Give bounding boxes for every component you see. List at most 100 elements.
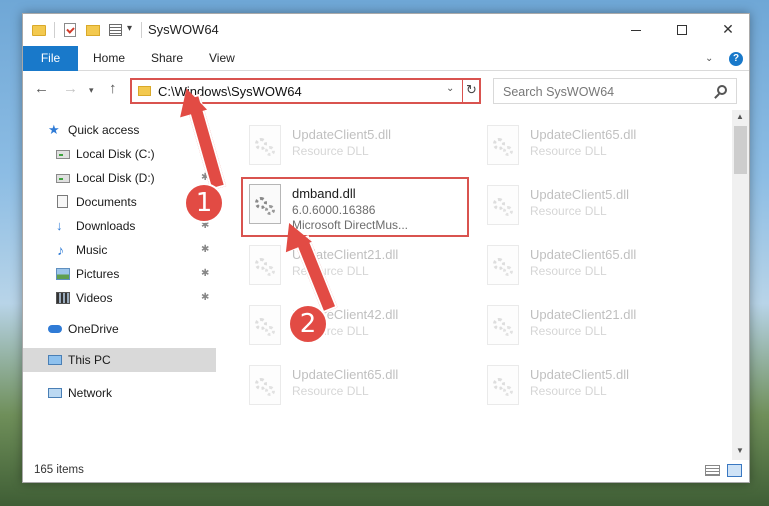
- minimize-icon: [631, 29, 641, 31]
- dll-file-icon: [487, 365, 519, 405]
- folder-icon: [138, 86, 151, 96]
- file-name: UpdateClient5.dll: [530, 187, 630, 202]
- forward-arrow-icon[interactable]: →: [63, 80, 78, 97]
- file-tile[interactable]: UpdateClient65.dll Resource DLL: [481, 120, 706, 174]
- large-icons-view-icon[interactable]: [727, 464, 742, 477]
- sidebar-item-music[interactable]: ♪ Music ✱: [23, 238, 216, 262]
- tab-share[interactable]: Share: [151, 46, 183, 71]
- customize-toolbar-chevron-down-icon[interactable]: ▾: [127, 23, 132, 34]
- view-options-icon[interactable]: [109, 24, 122, 36]
- up-arrow-icon[interactable]: ↑: [109, 80, 117, 97]
- download-arrow-icon: ↓: [56, 218, 63, 233]
- sidebar-item-network[interactable]: Network: [23, 381, 216, 405]
- pin-icon[interactable]: ✱: [201, 238, 209, 262]
- annotation-badge-2: 2: [288, 304, 328, 344]
- sidebar-item-label: OneDrive: [68, 322, 119, 336]
- file-tile[interactable]: UpdateClient65.dll Resource DLL: [243, 360, 468, 414]
- sidebar-item-label: This PC: [68, 353, 111, 367]
- sidebar-item-pictures[interactable]: Pictures ✱: [23, 262, 216, 286]
- file-name: UpdateClient21.dll: [530, 307, 637, 322]
- search-input[interactable]: Search SysWOW64: [503, 85, 614, 99]
- file-name: UpdateClient5.dll: [530, 367, 630, 382]
- address-history-chevron-down-icon[interactable]: ⌄: [446, 83, 454, 94]
- details-view-icon[interactable]: [705, 465, 720, 476]
- sidebar-item-this-pc[interactable]: This PC: [23, 348, 216, 372]
- help-icon[interactable]: ?: [729, 52, 743, 66]
- file-tile[interactable]: UpdateClient5.dll Resource DLL: [481, 360, 706, 414]
- dll-file-icon: [487, 185, 519, 225]
- file-list: UpdateClient5.dll Resource DLL UpdateCli…: [223, 110, 731, 460]
- scroll-down-icon[interactable]: ▼: [736, 446, 744, 455]
- file-tile[interactable]: UpdateClient21.dll Resource DLL: [243, 240, 468, 294]
- pin-icon[interactable]: ✱: [201, 262, 209, 286]
- network-icon: [48, 388, 62, 398]
- cloud-icon: [48, 325, 62, 333]
- sidebar-item-local-disk-d[interactable]: Local Disk (D:) ✱: [23, 166, 216, 190]
- sidebar-item-local-disk-c[interactable]: Local Disk (C:) ✱: [23, 142, 216, 166]
- back-arrow-icon[interactable]: ←: [34, 80, 49, 97]
- file-description: Microsoft DirectMus...: [292, 218, 409, 232]
- computer-icon: [48, 355, 62, 365]
- scroll-up-icon[interactable]: ▲: [736, 112, 744, 121]
- sidebar-item-label: Documents: [76, 195, 137, 209]
- file-type: Resource DLL: [530, 144, 607, 158]
- maximize-button[interactable]: [659, 14, 705, 44]
- tab-file[interactable]: File: [23, 46, 78, 71]
- sidebar-item-onedrive[interactable]: OneDrive: [23, 317, 216, 341]
- documents-icon: [57, 195, 68, 208]
- minimize-button[interactable]: [613, 14, 659, 44]
- status-bar: 165 items: [23, 460, 749, 482]
- close-button[interactable]: ✕: [705, 14, 751, 44]
- sidebar-item-label: Videos: [76, 291, 113, 305]
- vertical-scrollbar[interactable]: ▲ ▼: [732, 110, 749, 460]
- file-type: Resource DLL: [530, 264, 607, 278]
- file-tile[interactable]: UpdateClient21.dll Resource DLL: [481, 300, 706, 354]
- dll-file-icon: [487, 305, 519, 345]
- search-icon[interactable]: [717, 85, 727, 95]
- sidebar-item-videos[interactable]: Videos ✱: [23, 286, 216, 310]
- toolbar-divider: [54, 22, 55, 38]
- file-tile[interactable]: UpdateClient5.dll Resource DLL: [481, 180, 706, 234]
- file-tile[interactable]: UpdateClient42.dll Resource DLL: [243, 300, 468, 354]
- file-tile[interactable]: UpdateClient65.dll Resource DLL: [481, 240, 706, 294]
- sidebar-item-quick-access[interactable]: ★ Quick access: [23, 118, 216, 142]
- annotation-badge-1: 1: [184, 183, 224, 223]
- recent-locations-chevron-down-icon[interactable]: ▾: [89, 85, 94, 96]
- dll-file-icon: [487, 125, 519, 165]
- sidebar-item-label: Local Disk (C:): [76, 147, 155, 161]
- sidebar-item-label: Pictures: [76, 267, 120, 281]
- file-type: Resource DLL: [292, 144, 369, 158]
- toolbar-divider: [141, 22, 142, 38]
- file-name: UpdateClient65.dll: [530, 127, 637, 142]
- expand-ribbon-chevron-down-icon[interactable]: ⌄: [705, 53, 713, 64]
- file-type: Resource DLL: [530, 204, 607, 218]
- file-explorer-window: ▾ SysWOW64 ✕ File Home Share View ⌄ ? ← …: [22, 13, 750, 483]
- navigation-bar: ← → ▾ ↑ C:\Windows\SysWOW64 ⌄ ↻ Search S…: [23, 72, 749, 108]
- tab-view[interactable]: View: [209, 46, 235, 71]
- tab-home[interactable]: Home: [93, 46, 125, 71]
- file-name: dmband.dll: [292, 186, 356, 201]
- dll-file-icon: [249, 305, 281, 345]
- address-divider: [462, 80, 463, 102]
- file-version: 6.0.6000.16386: [292, 203, 376, 217]
- file-tile[interactable]: UpdateClient5.dll Resource DLL: [243, 120, 468, 174]
- search-box[interactable]: Search SysWOW64: [493, 78, 737, 104]
- refresh-icon[interactable]: ↻: [466, 82, 477, 98]
- ribbon-tabs: File Home Share View ⌄ ?: [23, 46, 749, 71]
- dll-file-icon: [249, 245, 281, 285]
- sidebar-item-label: Quick access: [68, 123, 140, 137]
- dll-file-icon: [249, 365, 281, 405]
- file-name: UpdateClient65.dll: [530, 247, 637, 262]
- drive-icon: [56, 150, 70, 159]
- dll-file-icon: [487, 245, 519, 285]
- new-folder-icon[interactable]: [86, 25, 100, 36]
- sidebar-item-downloads[interactable]: ↓ Downloads ✱: [23, 214, 216, 238]
- star-icon: ★: [48, 122, 60, 137]
- title-bar: ▾ SysWOW64 ✕: [23, 14, 749, 46]
- properties-icon[interactable]: [64, 23, 76, 37]
- maximize-icon: [677, 25, 687, 36]
- film-strip-icon: [56, 292, 70, 304]
- scrollbar-thumb[interactable]: [734, 126, 747, 174]
- sidebar-item-label: Local Disk (D:): [76, 171, 155, 185]
- pin-icon[interactable]: ✱: [201, 286, 209, 310]
